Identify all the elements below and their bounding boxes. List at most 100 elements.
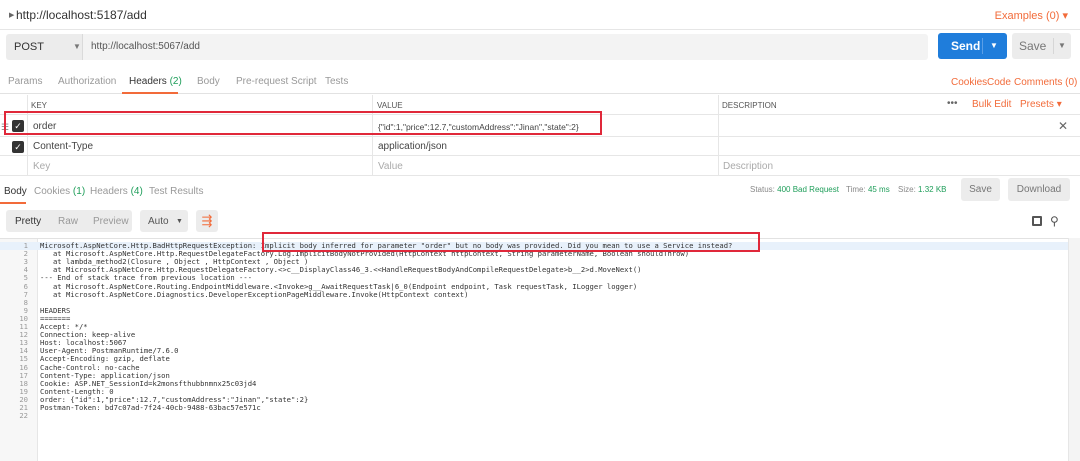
view-preview[interactable]: Preview — [93, 216, 129, 227]
code-line: 7 at Microsoft.AspNetCore.Diagnostics.De… — [0, 289, 1068, 299]
code-link[interactable]: Code — [987, 77, 1011, 88]
tab-label: Body — [197, 76, 220, 87]
status-value: 400 Bad Request — [777, 185, 839, 194]
line-text: at Microsoft.AspNetCore.Diagnostics.Deve… — [40, 289, 469, 299]
tab-label: Test Results — [149, 186, 204, 197]
tab-label: Body — [4, 186, 27, 197]
view-pretty[interactable]: Pretty — [15, 216, 41, 227]
tab-label: Pre-request Script — [236, 76, 317, 87]
line-number: 22 — [19, 411, 28, 421]
tab-count: (1) — [72, 186, 86, 197]
view-raw[interactable]: Raw — [58, 216, 78, 227]
examples-dropdown[interactable]: Examples (0) ▾ — [995, 9, 1068, 22]
send-divider — [982, 38, 983, 54]
url-text: http://localhost:5067/add — [91, 41, 200, 52]
code-line: 15 Accept-Encoding: gzip, deflate — [0, 355, 1068, 363]
column-key: KEY — [31, 101, 48, 110]
presets-dropdown[interactable]: Presets ▾ — [1020, 99, 1062, 110]
tab-pre-request-script[interactable]: Pre-request Script — [236, 76, 317, 87]
code-line: 11 Accept: */* — [0, 323, 1068, 331]
request-tab-bar: ▶ http://localhost:5187/add Examples (0)… — [0, 0, 1080, 30]
annotation-highlight — [4, 111, 602, 135]
code-line: 8 — [0, 298, 1068, 307]
send-label: Send — [951, 39, 981, 53]
size-readout: Size: 1.32 KB — [898, 185, 947, 194]
tab-count: (2) — [169, 76, 182, 87]
column-divider — [718, 95, 719, 176]
presets-label: Presets — [1020, 99, 1054, 110]
tab-label: Headers — [90, 186, 128, 197]
chevron-down-icon[interactable]: ▼ — [990, 41, 998, 50]
column-divider — [27, 95, 28, 176]
active-tab-indicator — [0, 202, 26, 204]
more-options-icon[interactable]: ••• — [947, 98, 958, 109]
table-row: ✓ Content-Type application/json — [0, 137, 1080, 156]
time-label: Time: — [846, 185, 866, 194]
row-checkbox[interactable]: ✓ — [12, 141, 24, 153]
method-select[interactable]: POST ▼ — [6, 34, 83, 60]
header-value[interactable]: application/json — [378, 141, 447, 152]
size-value: 1.32 KB — [918, 185, 947, 194]
column-description: DESCRIPTION — [722, 101, 777, 110]
tab-label: Authorization — [58, 76, 117, 87]
save-label: Save — [1019, 39, 1047, 53]
format-label: Auto — [148, 216, 169, 227]
request-title[interactable]: http://localhost:5187/add — [16, 8, 147, 22]
new-key-field[interactable]: Key — [33, 161, 50, 172]
expand-triangle-icon[interactable]: ▶ — [9, 11, 14, 19]
tab-label: Cookies — [34, 186, 71, 197]
tab-response-headers[interactable]: Headers (4) — [90, 186, 143, 197]
send-button[interactable]: Send ▼ — [938, 33, 1007, 59]
download-button[interactable]: Download — [1008, 178, 1070, 201]
view-mode-group: Pretty Raw Preview — [6, 210, 132, 232]
response-view-bar: Pretty Raw Preview Auto ▼ ⇶ ⚲ — [0, 207, 1080, 235]
url-row: POST ▼ http://localhost:5067/add — [0, 31, 1080, 63]
code-line: 18 Cookie: ASP.NET_SessionId=k2monsfthubb… — [0, 379, 1068, 388]
time-readout: Time: 45 ms — [846, 185, 890, 194]
new-description-field[interactable]: Description — [723, 161, 773, 172]
tab-authorization[interactable]: Authorization — [58, 76, 116, 87]
tab-tests[interactable]: Tests — [325, 76, 348, 87]
line-text: Postman-Token: bd7c07ad-7f24-40cb-9488-6… — [40, 403, 261, 412]
tab-params[interactable]: Params — [8, 76, 42, 87]
tab-label: Params — [8, 76, 43, 87]
code-line: 12 Connection: keep-alive — [0, 331, 1068, 339]
chevron-down-icon: ▾ — [1056, 99, 1062, 110]
chevron-down-icon: ▾ — [1062, 10, 1068, 22]
url-input[interactable]: http://localhost:5067/add — [83, 34, 928, 60]
code-line: 22 — [0, 412, 1068, 420]
search-icon[interactable]: ⚲ — [1050, 214, 1059, 228]
chevron-down-icon: ▼ — [73, 42, 81, 51]
annotation-highlight — [262, 232, 760, 252]
tab-body[interactable]: Body — [197, 76, 220, 87]
save-button[interactable]: Save ▼ — [1012, 33, 1071, 59]
copy-icon[interactable] — [1032, 216, 1042, 226]
chevron-down-icon: ▼ — [176, 218, 183, 225]
response-body[interactable]: 1 Microsoft.AspNetCore.Http.BadHttpReques… — [0, 238, 1068, 461]
header-key[interactable]: Content-Type — [33, 141, 93, 152]
column-divider — [372, 95, 373, 176]
tab-response-cookies[interactable]: Cookies (1) — [34, 186, 85, 197]
tab-headers[interactable]: Headers (2) — [129, 76, 182, 87]
scrollbar[interactable] — [1068, 238, 1080, 461]
tab-label: Headers — [129, 76, 167, 87]
wrap-lines-icon[interactable]: ⇶ — [196, 210, 218, 232]
bulk-edit-link[interactable]: Bulk Edit — [972, 99, 1011, 110]
format-select[interactable]: Auto ▼ — [140, 210, 188, 232]
new-value-field[interactable]: Value — [378, 161, 403, 172]
method-label: POST — [14, 41, 44, 53]
tab-label: Tests — [325, 76, 349, 87]
tab-test-results[interactable]: Test Results — [149, 186, 203, 197]
tab-response-body[interactable]: Body — [4, 186, 27, 197]
table-row-new: Key Value Description — [0, 156, 1080, 176]
status-label: Status: — [750, 185, 775, 194]
size-label: Size: — [898, 185, 916, 194]
code-line: 10 ======= — [0, 314, 1068, 323]
column-value: VALUE — [377, 101, 403, 110]
active-tab-indicator — [122, 92, 178, 94]
comments-link[interactable]: Comments (0) — [1014, 77, 1077, 88]
cookies-link[interactable]: Cookies — [951, 77, 987, 88]
delete-row-icon[interactable]: ✕ — [1058, 119, 1068, 133]
chevron-down-icon[interactable]: ▼ — [1058, 41, 1066, 50]
response-save-button[interactable]: Save — [961, 178, 1000, 201]
